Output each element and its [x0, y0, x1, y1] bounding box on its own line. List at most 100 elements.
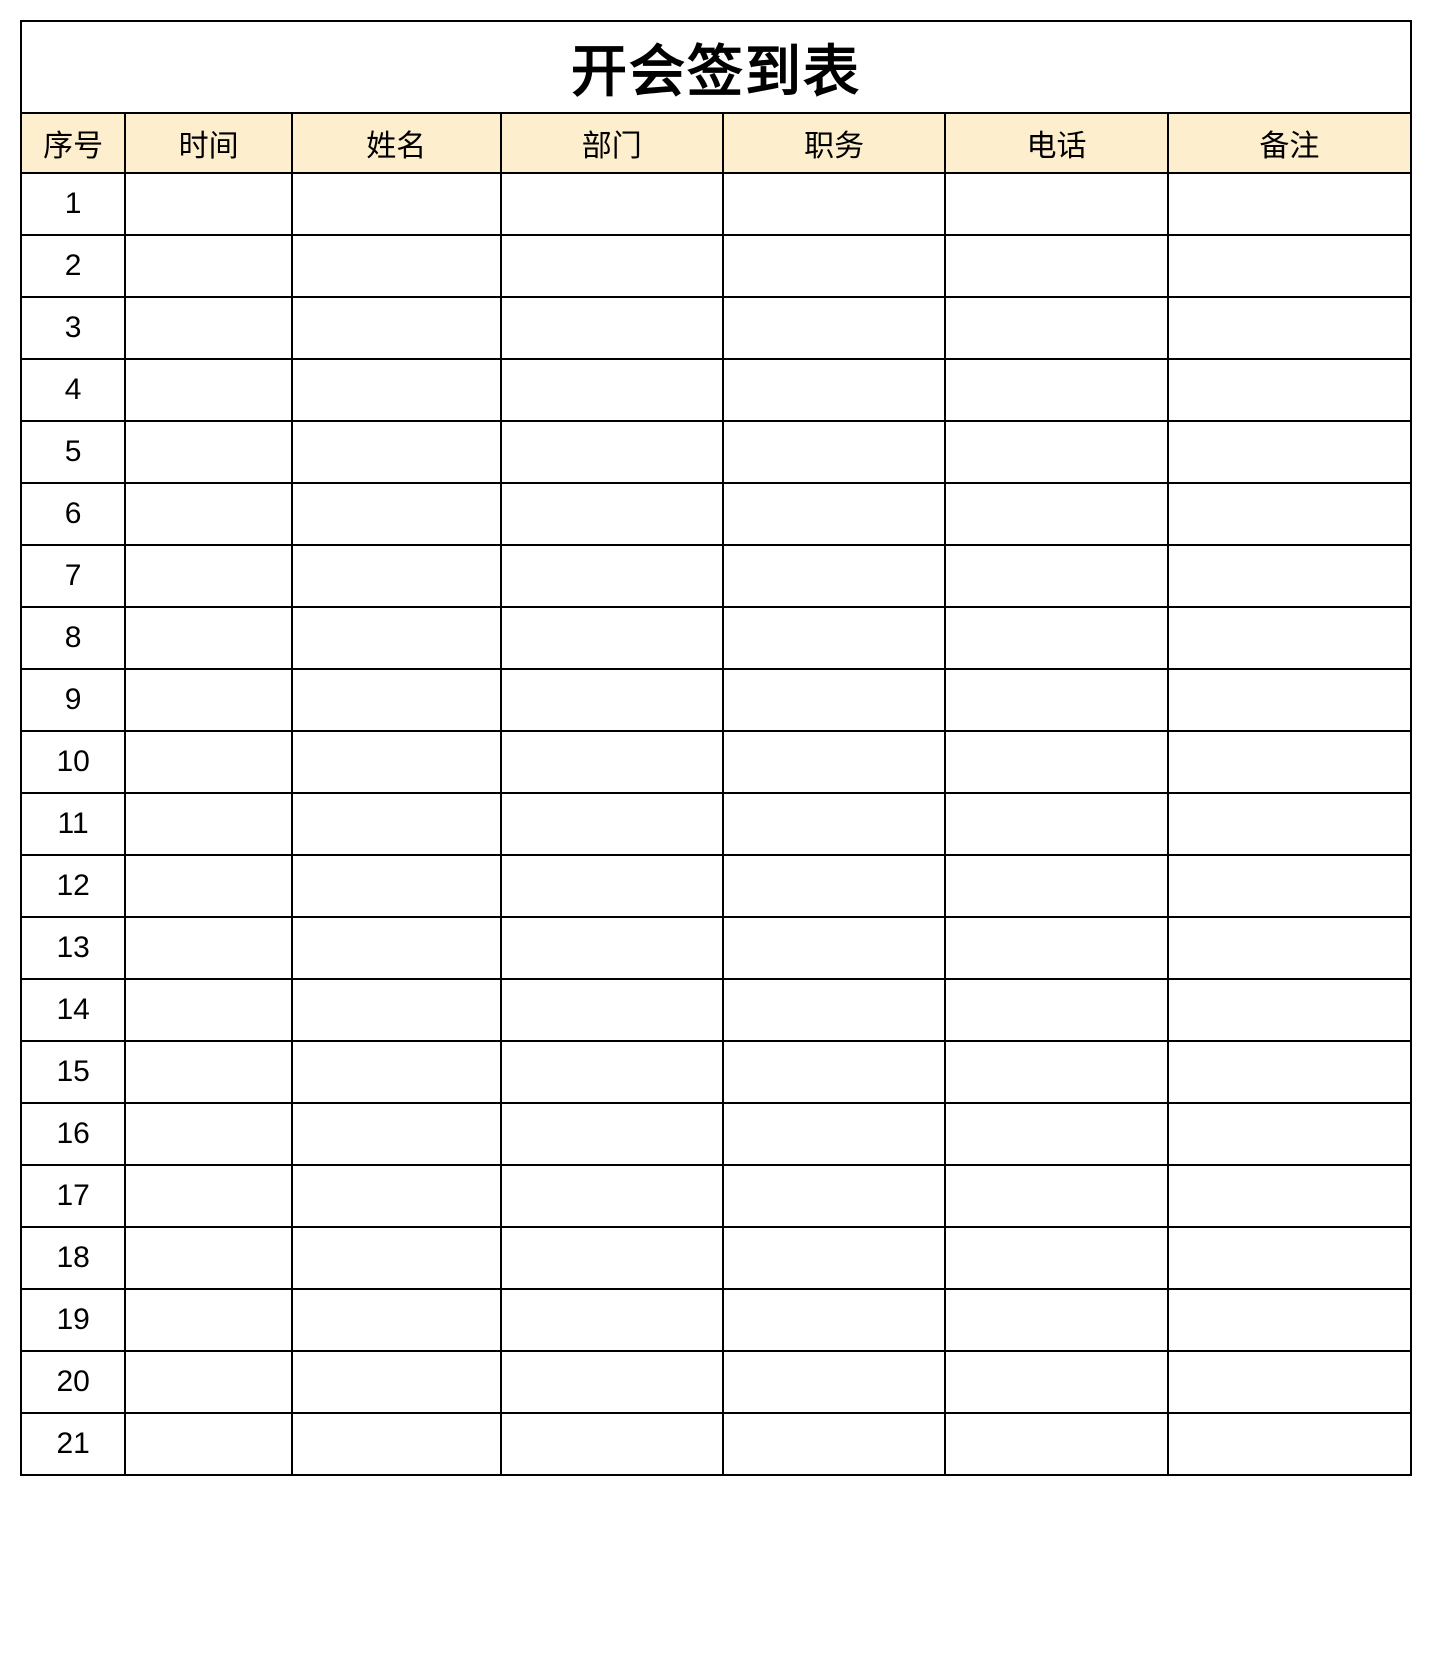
- cell-position: [723, 917, 945, 979]
- cell-serial: 7: [21, 545, 125, 607]
- cell-note: [1168, 793, 1411, 855]
- cell-serial: 19: [21, 1289, 125, 1351]
- cell-phone: [945, 917, 1167, 979]
- cell-time: [125, 1227, 292, 1289]
- cell-time: [125, 1289, 292, 1351]
- cell-serial: 17: [21, 1165, 125, 1227]
- cell-note: [1168, 731, 1411, 793]
- cell-time: [125, 1103, 292, 1165]
- cell-phone: [945, 731, 1167, 793]
- cell-phone: [945, 173, 1167, 235]
- cell-position: [723, 1103, 945, 1165]
- cell-phone: [945, 1165, 1167, 1227]
- cell-time: [125, 669, 292, 731]
- cell-name: [292, 359, 501, 421]
- cell-note: [1168, 235, 1411, 297]
- cell-department: [501, 979, 723, 1041]
- cell-phone: [945, 793, 1167, 855]
- cell-phone: [945, 1351, 1167, 1413]
- cell-name: [292, 793, 501, 855]
- cell-position: [723, 1289, 945, 1351]
- cell-note: [1168, 421, 1411, 483]
- cell-department: [501, 173, 723, 235]
- cell-position: [723, 855, 945, 917]
- cell-time: [125, 855, 292, 917]
- cell-name: [292, 917, 501, 979]
- cell-department: [501, 1413, 723, 1475]
- cell-position: [723, 669, 945, 731]
- cell-department: [501, 1165, 723, 1227]
- table-body: 123456789101112131415161718192021: [21, 173, 1411, 1475]
- cell-note: [1168, 545, 1411, 607]
- cell-serial: 16: [21, 1103, 125, 1165]
- cell-time: [125, 917, 292, 979]
- cell-time: [125, 1041, 292, 1103]
- table-row: 11: [21, 793, 1411, 855]
- cell-serial: 13: [21, 917, 125, 979]
- cell-department: [501, 1103, 723, 1165]
- table-row: 20: [21, 1351, 1411, 1413]
- cell-serial: 2: [21, 235, 125, 297]
- table-row: 10: [21, 731, 1411, 793]
- cell-name: [292, 979, 501, 1041]
- cell-name: [292, 1351, 501, 1413]
- table-row: 7: [21, 545, 1411, 607]
- cell-serial: 11: [21, 793, 125, 855]
- cell-department: [501, 1289, 723, 1351]
- cell-serial: 10: [21, 731, 125, 793]
- cell-position: [723, 793, 945, 855]
- cell-note: [1168, 297, 1411, 359]
- cell-note: [1168, 607, 1411, 669]
- cell-time: [125, 297, 292, 359]
- cell-phone: [945, 1041, 1167, 1103]
- cell-department: [501, 359, 723, 421]
- cell-serial: 4: [21, 359, 125, 421]
- cell-phone: [945, 297, 1167, 359]
- col-header-phone: 电话: [945, 113, 1167, 173]
- cell-note: [1168, 917, 1411, 979]
- cell-position: [723, 545, 945, 607]
- cell-position: [723, 731, 945, 793]
- cell-name: [292, 483, 501, 545]
- table-row: 21: [21, 1413, 1411, 1475]
- cell-serial: 9: [21, 669, 125, 731]
- table-header-row: 序号 时间 姓名 部门 职务 电话 备注: [21, 113, 1411, 173]
- cell-name: [292, 1165, 501, 1227]
- cell-name: [292, 297, 501, 359]
- table-row: 12: [21, 855, 1411, 917]
- cell-serial: 5: [21, 421, 125, 483]
- table-row: 13: [21, 917, 1411, 979]
- cell-phone: [945, 855, 1167, 917]
- cell-time: [125, 979, 292, 1041]
- table-row: 15: [21, 1041, 1411, 1103]
- cell-department: [501, 1351, 723, 1413]
- cell-note: [1168, 173, 1411, 235]
- table-row: 8: [21, 607, 1411, 669]
- cell-position: [723, 235, 945, 297]
- cell-position: [723, 1227, 945, 1289]
- cell-time: [125, 545, 292, 607]
- cell-phone: [945, 483, 1167, 545]
- cell-department: [501, 421, 723, 483]
- cell-time: [125, 235, 292, 297]
- cell-position: [723, 607, 945, 669]
- cell-name: [292, 1289, 501, 1351]
- cell-note: [1168, 979, 1411, 1041]
- cell-name: [292, 855, 501, 917]
- cell-serial: 6: [21, 483, 125, 545]
- cell-note: [1168, 1165, 1411, 1227]
- cell-serial: 15: [21, 1041, 125, 1103]
- table-row: 4: [21, 359, 1411, 421]
- cell-department: [501, 1227, 723, 1289]
- cell-name: [292, 1103, 501, 1165]
- cell-serial: 1: [21, 173, 125, 235]
- cell-name: [292, 1227, 501, 1289]
- cell-name: [292, 173, 501, 235]
- cell-phone: [945, 1227, 1167, 1289]
- signin-table: 开会签到表 序号 时间 姓名 部门 职务 电话 备注 1234567891011…: [20, 20, 1412, 1476]
- table-row: 1: [21, 173, 1411, 235]
- cell-serial: 3: [21, 297, 125, 359]
- cell-department: [501, 607, 723, 669]
- cell-phone: [945, 421, 1167, 483]
- cell-serial: 12: [21, 855, 125, 917]
